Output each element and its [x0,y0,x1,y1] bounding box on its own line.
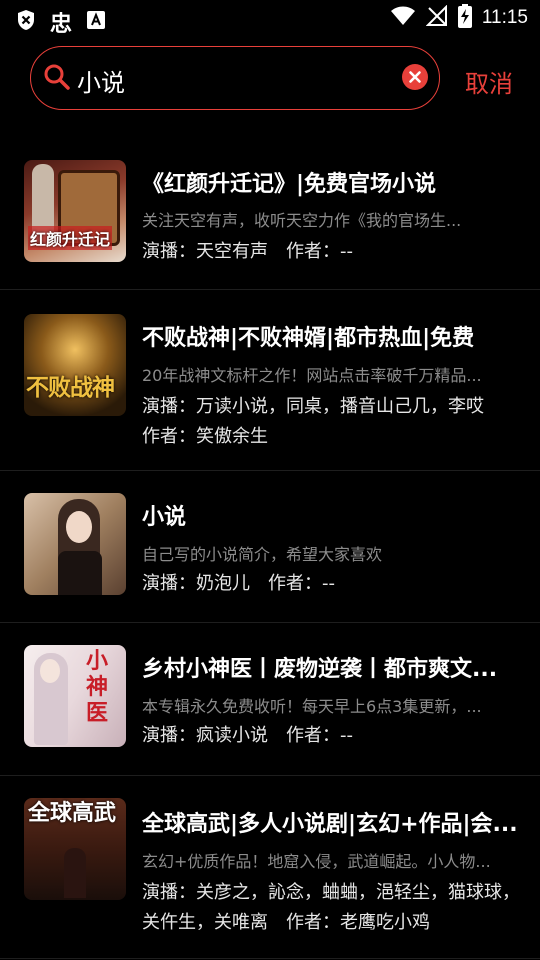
results-list: 红颜升迁记 《红颜升迁记》|免费官场小说 关注天空有声，收听天空力作《我的官场生… [0,134,540,959]
item-meta: 演播：万读小说，同桌，播音山己几，李哎 作者：笑傲余生 [142,392,520,452]
item-title: 全球高武|多人小说剧|玄幻+作品|会... [142,812,518,837]
cover-image: 红颜升迁记 [24,160,126,262]
author-value: -- [340,725,353,746]
close-icon [409,71,421,83]
broadcast-value: 天空有声 [196,241,268,262]
search-icon [43,63,71,95]
app-notification-icon: 忠 [50,12,73,37]
clock: 11:15 [481,7,528,28]
broadcast-label: 演播： [142,573,196,594]
cover-image: 全球高武 [24,798,126,900]
search-query: 小说 [77,69,125,97]
cover-title: 红颜升迁记 [28,226,113,250]
item-description: 本专辑永久免费收听！每天早上6点3集更新，... [142,697,482,716]
signal-off-icon [425,4,448,31]
list-item[interactable]: 红颜升迁记 《红颜升迁记》|免费官场小说 关注天空有声，收听天空力作《我的官场生… [0,134,540,290]
battery-charging-icon [457,4,472,32]
author-value: 笑傲余生 [196,426,268,447]
status-bar: 忠 11:15 [0,0,540,37]
broadcast-value: 疯读小说 [196,725,268,746]
list-item[interactable]: 小神医 乡村小神医丨废物逆袭丨都市爽文... 本专辑永久免费收听！每天早上6点3… [0,623,540,776]
broadcast-label: 演播： [142,241,196,262]
author-value: -- [340,241,353,262]
font-a-icon [86,10,106,34]
item-description: 关注天空有声，收听天空力作《我的官场生... [142,211,462,230]
cover-image: 小神医 [24,645,126,747]
author-label: 作者： [286,912,340,933]
item-meta: 演播：关彦之，訫念，蛐蛐，浥轻尘，猫球球，关仵生，关唯离 作者：老鹰吃小鸡 [142,878,520,938]
broadcast-value: 奶泡儿 [196,573,250,594]
cover-image: 不败战神 [24,314,126,416]
cover-title: 小神医 [86,649,109,726]
broadcast-label: 演播： [142,396,196,417]
item-description: 20年战神文标杆之作！网站点击率破千万精品... [142,366,482,385]
author-value: -- [322,573,335,594]
cover-title: 不败战神 [26,375,115,401]
cover-title: 全球高武 [28,801,117,826]
wifi-icon [390,6,416,30]
item-title: 乡村小神医丨废物逆袭丨都市爽文... [142,657,498,682]
list-item[interactable]: 小说 自己写的小说简介，希望大家喜欢 演播：奶泡儿 作者：-- [0,471,540,623]
clear-search-button[interactable] [402,64,428,90]
author-label: 作者： [142,426,196,447]
item-title: 小说 [142,505,187,530]
item-description: 自己写的小说简介，希望大家喜欢 [142,545,383,564]
broadcast-label: 演播： [142,725,196,746]
item-meta: 演播：奶泡儿 作者：-- [142,569,520,599]
search-input[interactable]: 小说 [30,46,440,110]
author-value: 老鹰吃小鸡 [340,912,430,933]
cancel-button[interactable]: 取消 [465,64,513,99]
author-label: 作者： [286,725,340,746]
list-item[interactable]: 不败战神 不败战神|不败神婿|都市热血|免费 20年战神文标杆之作！网站点击率破… [0,290,540,471]
item-title: 不败战神|不败神婿|都市热血|免费 [142,326,475,351]
item-meta: 演播：疯读小说 作者：-- [142,721,520,751]
item-description: 玄幻+优质作品！地窟入侵，武道崛起。小人物... [142,852,491,871]
item-title: 《红颜升迁记》|免费官场小说 [142,172,437,197]
shield-icon [16,9,36,35]
list-item[interactable]: 全球高武 全球高武|多人小说剧|玄幻+作品|会... 玄幻+优质作品！地窟入侵，… [0,776,540,959]
author-label: 作者： [268,573,322,594]
broadcast-label: 演播： [142,882,196,903]
author-label: 作者： [286,241,340,262]
cover-image [24,493,126,595]
item-meta: 演播：天空有声 作者：-- [142,237,520,267]
broadcast-value: 万读小说，同桌，播音山己几，李哎 [196,396,484,417]
